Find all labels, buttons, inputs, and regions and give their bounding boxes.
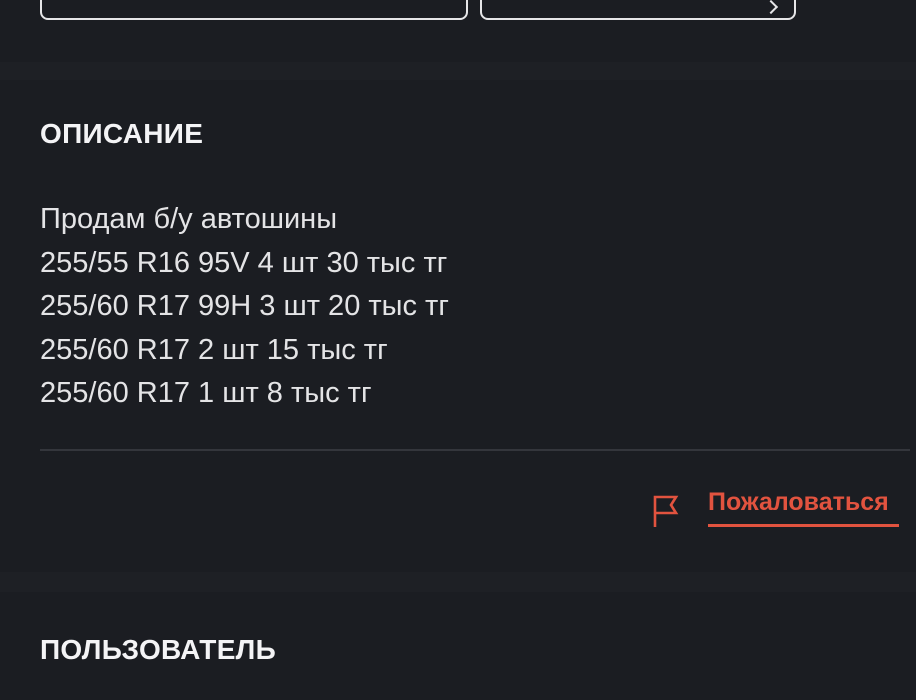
top-left-button[interactable] — [40, 0, 468, 20]
user-title: ПОЛЬЗОВАТЕЛЬ — [40, 634, 277, 665]
description-line: 255/60 R17 2 шт 15 тыс тг — [40, 333, 388, 366]
user-panel: ПОЛЬЗОВАТЕЛЬ — [0, 592, 916, 700]
description-panel: ОПИСАНИЕ Продам б/у автошины 255/55 R16 … — [0, 80, 916, 572]
report-label-wrap: Пожаловаться — [708, 488, 899, 527]
description-line: 255/60 R17 1 шт 8 тыс тг — [40, 377, 372, 409]
report-underline — [708, 524, 899, 527]
section-divider — [40, 449, 910, 451]
description-line: Продам б/у автошины — [40, 203, 338, 235]
top-right-button[interactable] — [480, 0, 796, 20]
report-button[interactable]: Пожаловаться — [652, 488, 899, 536]
description-line: 255/60 R17 99H 3 шт 20 тыс тг — [40, 290, 449, 322]
top-actions-panel — [0, 0, 916, 62]
description-line: 255/55 R16 95V 4 шт 30 тыс тг — [40, 246, 448, 279]
description-title: ОПИСАНИЕ — [40, 118, 204, 149]
chevron-icon — [763, 0, 779, 15]
flag-icon — [653, 495, 679, 527]
description-text: Продам б/у автошины 255/55 R16 95V 4 шт … — [40, 198, 449, 416]
report-label: Пожаловаться — [708, 488, 889, 516]
